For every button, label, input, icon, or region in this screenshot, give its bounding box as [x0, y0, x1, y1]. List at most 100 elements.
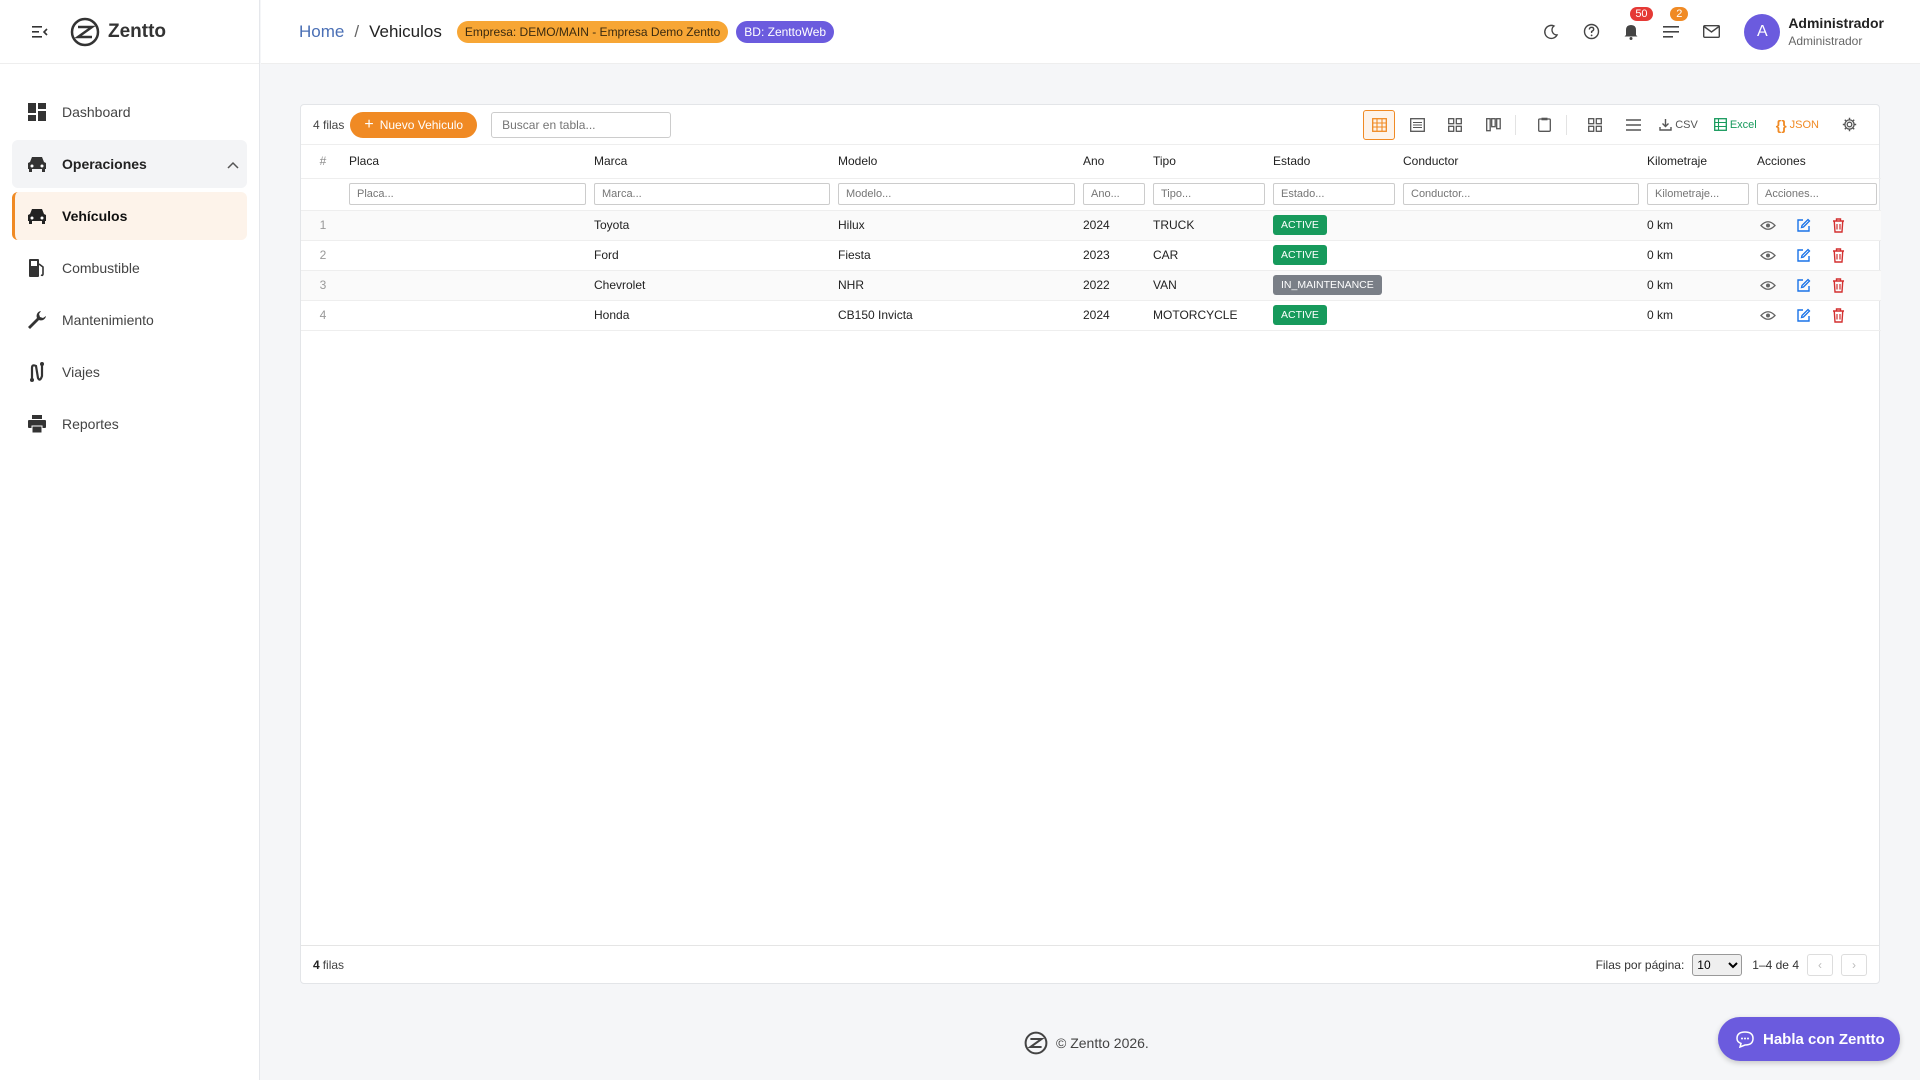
sidebar-item-reportes[interactable]: Reportes — [12, 400, 247, 448]
list-view-icon[interactable] — [1401, 110, 1433, 140]
collapse-menu-icon[interactable] — [28, 20, 52, 44]
sidebar-item-mantenimiento[interactable]: Mantenimiento — [12, 296, 247, 344]
rows-count-label: 4 filas — [313, 117, 345, 132]
edit-icon[interactable] — [1792, 304, 1814, 326]
chat-with-zentto-button[interactable]: Habla con Zentto — [1718, 1017, 1900, 1061]
export-csv-button[interactable]: CSV — [1659, 118, 1698, 131]
sidebar-item-operaciones[interactable]: Operaciones — [12, 140, 247, 188]
route-icon — [26, 361, 48, 383]
user-role: Administrador — [1788, 33, 1863, 48]
filter-estado-input[interactable] — [1273, 183, 1395, 205]
view-eye-icon[interactable] — [1757, 214, 1779, 236]
table-search-input[interactable] — [491, 111, 672, 138]
status-badge: ACTIVE — [1273, 215, 1327, 235]
column-header[interactable]: Ano — [1079, 145, 1149, 179]
next-page-icon[interactable]: › — [1841, 953, 1867, 976]
sidebar-item-dashboard[interactable]: Dashboard — [12, 88, 247, 136]
filter-conductor-input[interactable] — [1403, 183, 1639, 205]
mail-icon[interactable] — [1698, 19, 1724, 45]
table-row[interactable]: 2 Ford Fiesta 2023 CAR ACTIVE 0 km — [301, 240, 1881, 271]
filter-ano-input[interactable] — [1083, 183, 1145, 205]
export-json-button[interactable]: {} JSON — [1773, 117, 1819, 133]
table-row[interactable]: 4 Honda CB150 Invicta 2024 MOTORCYCLE AC… — [301, 300, 1881, 331]
column-header[interactable]: Conductor — [1399, 145, 1643, 179]
new-vehicle-button[interactable]: + Nuevo Vehiculo — [350, 111, 478, 138]
cell-marca: Chevrolet — [590, 270, 834, 301]
cell-marca: Honda — [590, 300, 834, 331]
column-header[interactable]: Marca — [590, 145, 834, 179]
clipboard-icon[interactable] — [1528, 110, 1560, 140]
vehicles-table: # Placa Marca Modelo Ano Tipo Estado Con… — [301, 145, 1881, 331]
column-header[interactable]: Estado — [1269, 145, 1399, 179]
dashboard-icon — [26, 101, 48, 123]
cell-placa — [345, 210, 590, 241]
cell-tipo: MOTORCYCLE — [1149, 300, 1269, 331]
filter-marca-input[interactable] — [594, 183, 830, 205]
delete-trash-icon[interactable] — [1827, 304, 1849, 326]
filter-kilometraje-input[interactable] — [1647, 183, 1749, 205]
printer-icon — [26, 413, 48, 435]
density-icon[interactable] — [1617, 110, 1649, 140]
rows-per-page-select[interactable]: 10 — [1692, 953, 1743, 976]
export-excel-button[interactable]: Excel — [1713, 118, 1757, 131]
column-header[interactable]: Modelo — [834, 145, 1079, 179]
pagination-range: 1–4 de 4 — [1752, 957, 1799, 972]
grid-view-icon[interactable] — [1439, 110, 1471, 140]
view-eye-icon[interactable] — [1757, 244, 1779, 266]
database-badge: BD: ZenttoWeb — [736, 20, 835, 43]
cell-kilometraje: 0 km — [1643, 210, 1753, 241]
copyright-text: © Zentto 2026. — [1056, 1035, 1149, 1051]
edit-icon[interactable] — [1792, 244, 1814, 266]
filter-modelo-input[interactable] — [838, 183, 1075, 205]
view-eye-icon[interactable] — [1757, 304, 1779, 326]
help-icon[interactable] — [1578, 19, 1604, 45]
cell-kilometraje: 0 km — [1643, 270, 1753, 301]
cell-kilometraje: 0 km — [1643, 300, 1753, 331]
delete-trash-icon[interactable] — [1827, 274, 1849, 296]
sidebar-item-vehiculos[interactable]: Vehículos — [12, 192, 247, 240]
wrench-icon — [26, 309, 48, 331]
table-row[interactable]: 3 Chevrolet NHR 2022 VAN IN_MAINTENANCE … — [301, 270, 1881, 301]
filter-row — [301, 178, 1881, 211]
columns-grid-icon[interactable] — [1579, 110, 1611, 140]
view-eye-icon[interactable] — [1757, 274, 1779, 296]
edit-icon[interactable] — [1792, 274, 1814, 296]
breadcrumb-home-link[interactable]: Home — [299, 22, 344, 42]
tasks-list-icon[interactable]: 2 — [1658, 6, 1689, 45]
cell-modelo: CB150 Invicta — [834, 300, 1079, 331]
avatar[interactable]: A — [1744, 13, 1781, 50]
edit-icon[interactable] — [1792, 214, 1814, 236]
status-badge: ACTIVE — [1273, 245, 1327, 265]
cell-tipo: VAN — [1149, 270, 1269, 301]
column-header[interactable]: # — [301, 145, 345, 179]
settings-gear-icon[interactable] — [1833, 110, 1865, 140]
pagination: Filas por página: 10 1–4 de 4 ‹ › — [1596, 953, 1867, 976]
notifications-bell-icon[interactable]: 50 — [1618, 6, 1653, 45]
filter-tipo-input[interactable] — [1153, 183, 1265, 205]
user-info[interactable]: Administrador Administrador — [1788, 14, 1884, 49]
sidebar-item-viajes[interactable]: Viajes — [12, 348, 247, 396]
table-footer: 4 filas Filas por página: 10 1–4 de 4 ‹ … — [301, 945, 1879, 983]
sidebar-item-label: Operaciones — [62, 156, 147, 172]
filter-placa-input[interactable] — [349, 183, 586, 205]
column-header[interactable]: Tipo — [1149, 145, 1269, 179]
car-icon — [26, 153, 48, 175]
delete-trash-icon[interactable] — [1827, 244, 1849, 266]
previous-page-icon[interactable]: ‹ — [1807, 953, 1833, 976]
filter-acciones-input[interactable] — [1757, 183, 1877, 205]
vehicles-table-card: 4 filas + Nuevo Vehiculo CSV Excel — [300, 104, 1881, 984]
sidebar-item-combustible[interactable]: Combustible — [12, 244, 247, 292]
kanban-view-icon[interactable] — [1477, 110, 1509, 140]
sidebar-item-label: Viajes — [62, 364, 100, 380]
column-header[interactable]: Placa — [345, 145, 590, 179]
json-label: JSON — [1789, 118, 1819, 131]
column-header[interactable]: Kilometraje — [1643, 145, 1753, 179]
column-header[interactable]: Acciones — [1753, 145, 1881, 179]
empresa-badge: Empresa: DEMO/MAIN - Empresa Demo Zentto — [456, 20, 729, 43]
chat-button-label: Habla con Zentto — [1763, 1030, 1885, 1048]
table-row[interactable]: 1 Toyota Hilux 2024 TRUCK ACTIVE 0 km — [301, 210, 1881, 241]
dark-mode-icon[interactable] — [1538, 19, 1564, 45]
delete-trash-icon[interactable] — [1827, 214, 1849, 236]
table-view-icon[interactable] — [1363, 109, 1396, 140]
cell-conductor — [1399, 240, 1643, 271]
